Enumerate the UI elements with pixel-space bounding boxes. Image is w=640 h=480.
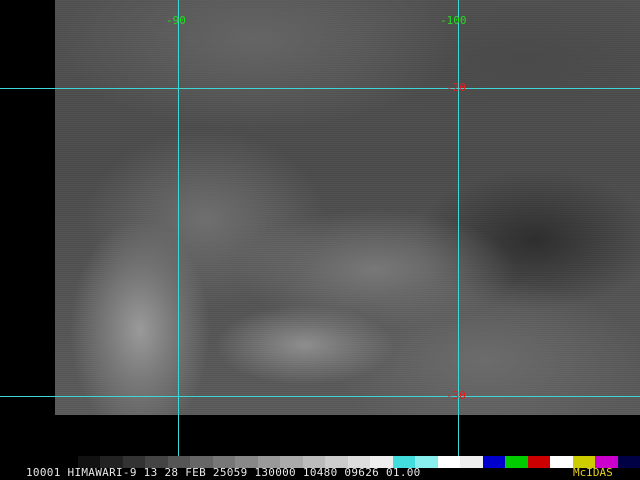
parallel-line-30 [0, 396, 640, 397]
satellite-image [55, 0, 640, 415]
color-bar-segment [550, 456, 573, 468]
color-bar-segment [527, 456, 550, 468]
parallel-line-20 [0, 88, 640, 89]
longitude-label-90: -90 [166, 14, 186, 27]
color-bar-segment [437, 456, 460, 468]
latitude-label-20: -20 [446, 81, 466, 94]
longitude-label-100: -100 [440, 14, 467, 27]
mcidas-label: McIDAS [573, 466, 613, 479]
color-bar-segment [460, 456, 483, 468]
latitude-label-30: -30 [446, 389, 466, 402]
color-bar-segment [617, 456, 640, 468]
color-bar-segment [482, 456, 505, 468]
meridian-line-90 [178, 0, 179, 462]
color-bar-segment [505, 456, 528, 468]
satellite-viewer: -90 -100 -20 -30 10001 HIMAWARI-9 13 28 … [0, 0, 640, 480]
image-info-text: 10001 HIMAWARI-9 13 28 FEB 25059 130000 … [26, 466, 421, 479]
